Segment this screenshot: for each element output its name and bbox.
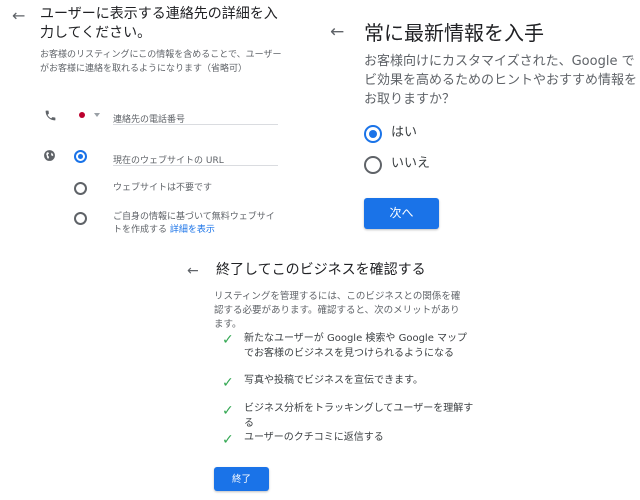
- phone-input-placeholder: 連絡先の電話番号: [113, 115, 186, 125]
- free-website-radio[interactable]: [74, 212, 87, 225]
- benefit-item: 写真や投稿でビジネスを宣伝できます。: [244, 375, 423, 386]
- website-url-label: 現在のウェブサイトの URL: [113, 156, 224, 166]
- yes-label: はい: [391, 125, 418, 140]
- arrow-back-icon[interactable]: ←: [187, 263, 199, 279]
- benefit-item: ビジネス分析をトラッキングしてユーザーを理解する: [244, 403, 474, 429]
- next-button-label: 次へ: [389, 206, 414, 220]
- no-radio[interactable]: [364, 156, 382, 174]
- free-website-option: ご自身の情報に基づいて無料ウェブサイトを作成する 詳細を表示: [113, 211, 283, 237]
- no-website-radio[interactable]: [74, 182, 87, 195]
- updates-description: お客様向けにカスタマイズされた、Google でビ効果を高めるためのヒントやおす…: [364, 54, 638, 107]
- updates-panel: ← 常に最新情報を入手 お客様向けにカスタマイズされた、Google でビ効果を…: [320, 0, 640, 250]
- country-code-selector[interactable]: [76, 109, 106, 121]
- finish-button-label: 終了: [231, 474, 251, 485]
- details-link[interactable]: 詳細を表示: [170, 225, 215, 235]
- contact-panel: ← ユーザーに表示する連絡先の詳細を入力してください。 お客様のリスティングにこ…: [0, 0, 300, 250]
- no-website-label: ウェブサイトは不要です: [113, 183, 213, 193]
- phone-icon: [45, 110, 56, 121]
- dropdown-arrow-icon: [94, 113, 100, 117]
- benefit-item: 新たなユーザーが Google 検索や Google マップでお客様のビジネスを…: [244, 333, 468, 359]
- check-icon: ✓: [222, 432, 234, 448]
- verify-panel: ← 終了してこのビジネスを確認する リスティングを管理するには、このビジネスとの…: [170, 252, 490, 500]
- japan-flag-icon: [79, 112, 85, 118]
- globe-icon: [44, 150, 55, 161]
- website-url-input[interactable]: 現在のウェブサイトの URL: [113, 148, 278, 166]
- no-label: いいえ: [391, 156, 431, 171]
- check-icon: ✓: [222, 332, 234, 348]
- verify-title: 終了してこのビジネスを確認する: [216, 262, 426, 278]
- check-icon: ✓: [222, 403, 234, 419]
- arrow-back-icon[interactable]: ←: [12, 8, 25, 24]
- page-title: ユーザーに表示する連絡先の詳細を入力してください。: [40, 6, 278, 41]
- check-icon: ✓: [222, 375, 234, 391]
- next-button[interactable]: 次へ: [364, 198, 439, 229]
- yes-radio[interactable]: [364, 125, 382, 143]
- website-url-radio[interactable]: [74, 150, 87, 163]
- page-description: お客様のリスティングにこの情報を含めることで、ユーザーがお客様に連絡を取れるよう…: [40, 50, 282, 74]
- updates-title: 常に最新情報を入手: [364, 21, 544, 45]
- benefit-item: ユーザーのクチコミに返信する: [244, 432, 384, 443]
- finish-button[interactable]: 終了: [214, 467, 269, 491]
- phone-input[interactable]: 連絡先の電話番号: [113, 107, 278, 125]
- verify-description: リスティングを管理するには、このビジネスとの関係を確認する必要があります。確認す…: [214, 291, 461, 330]
- arrow-back-icon[interactable]: ←: [330, 24, 344, 41]
